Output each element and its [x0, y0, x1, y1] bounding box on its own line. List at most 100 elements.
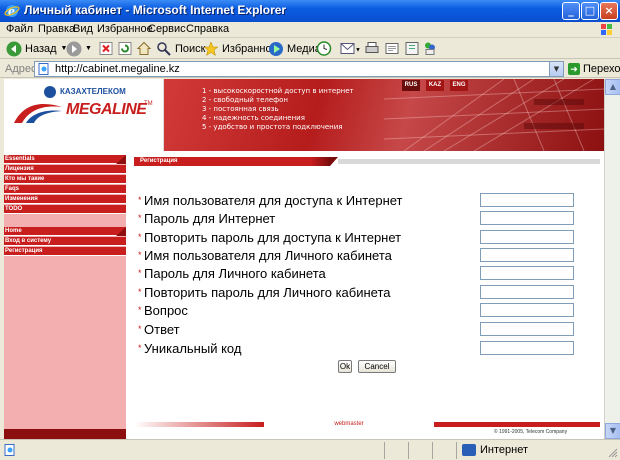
- form-row-answer: * Ответ: [138, 322, 600, 338]
- close-button[interactable]: ×: [600, 2, 618, 20]
- kazakhtelecom-logo-icon: [44, 86, 56, 98]
- zone-label: Интернет: [480, 444, 528, 456]
- internet-username-input[interactable]: [480, 193, 574, 207]
- footer-rule-right: [434, 422, 600, 427]
- lang-rus[interactable]: RUS: [402, 80, 420, 91]
- security-zone: Интернет: [462, 444, 528, 456]
- back-button[interactable]: Назад ▼: [6, 40, 67, 57]
- resize-grip-icon[interactable]: [608, 448, 618, 458]
- sidebar: Essentials Лицензия Кто мы такие Faqs Из…: [4, 151, 126, 439]
- page-footer: webmaster: [134, 420, 600, 429]
- lang-eng[interactable]: ENG: [450, 80, 468, 91]
- back-label: Назад: [25, 42, 57, 55]
- required-mark: *: [138, 250, 142, 260]
- sidebar-item-essentials[interactable]: Essentials: [4, 155, 126, 164]
- lang-kaz[interactable]: KAZ: [426, 80, 444, 91]
- status-separator: [384, 442, 385, 459]
- home-icon[interactable]: [136, 40, 152, 57]
- minimize-button[interactable]: _: [562, 2, 580, 20]
- cancel-button[interactable]: Cancel: [358, 360, 396, 373]
- form-row-cabinet-username: * Имя пользователя для Личного кабинета: [138, 248, 600, 264]
- internet-password-repeat-input[interactable]: [480, 230, 574, 244]
- sidebar-item-changes[interactable]: Изменения: [4, 195, 126, 204]
- internet-password-input[interactable]: [480, 211, 574, 225]
- edit-icon[interactable]: [384, 40, 400, 57]
- sidebar-item-todo[interactable]: TODO: [4, 205, 126, 214]
- feature-3: 3 - постоянная связь: [202, 105, 279, 113]
- feature-5: 5 - удобство и простота подключения: [202, 123, 343, 131]
- media-icon: [269, 41, 283, 56]
- cabinet-password-input[interactable]: [480, 266, 574, 280]
- trademark: TM: [144, 101, 153, 107]
- menu-file[interactable]: Файл: [6, 23, 33, 35]
- discuss-icon[interactable]: [404, 40, 420, 57]
- search-button[interactable]: Поиск: [156, 40, 205, 57]
- internet-explorer-icon: e: [4, 5, 20, 18]
- address-url: http://cabinet.megaline.kz: [55, 63, 180, 75]
- sidebar-item-license[interactable]: Лицензия: [4, 165, 126, 174]
- sidebar-item-login[interactable]: Вход в систему: [4, 237, 126, 246]
- required-mark: *: [138, 213, 142, 223]
- menu-edit[interactable]: Правка: [38, 23, 75, 35]
- address-input[interactable]: http://cabinet.megaline.kz ▼: [34, 61, 564, 77]
- search-label: Поиск: [175, 42, 206, 55]
- vertical-scrollbar[interactable]: ▲ ▼: [604, 79, 620, 439]
- sidebar-item-registration[interactable]: Регистрация: [4, 247, 126, 256]
- field-label: Уникальный код: [144, 341, 242, 356]
- unique-code-input[interactable]: [480, 341, 574, 355]
- field-label: Повторить пароль для Личного кабинета: [144, 285, 391, 300]
- feature-4: 4 - надежность соединения: [202, 114, 305, 122]
- webmaster-link[interactable]: webmaster: [264, 420, 434, 429]
- menu-view[interactable]: Вид: [73, 23, 93, 35]
- sidebar-item-home[interactable]: Home: [4, 227, 126, 236]
- mail-icon[interactable]: ▼: [340, 40, 360, 57]
- svg-text:▼: ▼: [355, 48, 360, 54]
- field-label: Имя пользователя для доступа к Интернет: [144, 193, 403, 208]
- answer-input[interactable]: [480, 322, 574, 336]
- footer-rule-left: [134, 422, 264, 427]
- operator-name: КАЗАХТЕЛЕКОМ: [60, 87, 126, 96]
- scroll-up-arrow-icon[interactable]: ▲: [605, 79, 620, 95]
- form-row-question: * Вопрос: [138, 303, 600, 319]
- required-mark: *: [138, 195, 142, 205]
- messenger-icon[interactable]: [422, 40, 438, 57]
- field-label: Пароль для Личного кабинета: [144, 266, 326, 281]
- sidebar-item-about[interactable]: Кто мы такие: [4, 175, 126, 184]
- favorites-button[interactable]: Избранное: [203, 40, 278, 57]
- ok-button[interactable]: Ok: [338, 360, 352, 373]
- window-title: Личный кабинет - Microsoft Internet Expl…: [24, 3, 287, 17]
- status-separator: [432, 442, 433, 459]
- print-icon[interactable]: [364, 40, 380, 57]
- feature-2: 2 - свободный телефон: [202, 96, 289, 104]
- chevron-down-icon: ▼: [85, 45, 92, 52]
- required-mark: *: [138, 268, 142, 278]
- forward-button[interactable]: ▼: [66, 40, 92, 57]
- sidebar-item-faqs[interactable]: Faqs: [4, 185, 126, 194]
- field-label: Имя пользователя для Личного кабинета: [144, 248, 392, 263]
- menu-favorites[interactable]: Избранное: [97, 23, 153, 35]
- field-label: Ответ: [144, 322, 180, 337]
- feature-1: 1 - высокоскоростной доступ в интернет: [202, 87, 354, 95]
- forward-arrow-icon: [66, 41, 82, 56]
- status-bar: Интернет: [0, 439, 620, 460]
- history-icon[interactable]: [316, 40, 332, 57]
- scroll-down-arrow-icon[interactable]: ▼: [605, 423, 620, 439]
- menu-tools[interactable]: Сервис: [148, 23, 186, 35]
- page-viewport: КАЗАХТЕЛЕКОМ MEGALINE TM RUS KAZ ENG 1 -…: [4, 79, 604, 439]
- form-row-cabinet-password-repeat: * Повторить пароль для Личного кабинета: [138, 285, 600, 301]
- field-label: Повторить пароль для доступа к Интернет: [144, 230, 402, 245]
- go-button[interactable]: ➜ Переход: [568, 61, 620, 77]
- menu-help[interactable]: Справка: [186, 23, 229, 35]
- media-button[interactable]: Медиа: [268, 40, 321, 57]
- stop-icon[interactable]: [98, 40, 114, 57]
- form-row-internet-password: * Пароль для Интернет: [138, 211, 600, 227]
- refresh-icon[interactable]: [117, 40, 133, 57]
- status-separator: [408, 442, 409, 459]
- form-row-cabinet-password: * Пароль для Личного кабинета: [138, 266, 600, 282]
- maximize-button[interactable]: □: [581, 2, 599, 20]
- search-icon: [157, 41, 171, 56]
- cabinet-username-input[interactable]: [480, 248, 574, 262]
- chevron-down-icon[interactable]: ▼: [549, 62, 563, 76]
- question-input[interactable]: [480, 303, 574, 317]
- cabinet-password-repeat-input[interactable]: [480, 285, 574, 299]
